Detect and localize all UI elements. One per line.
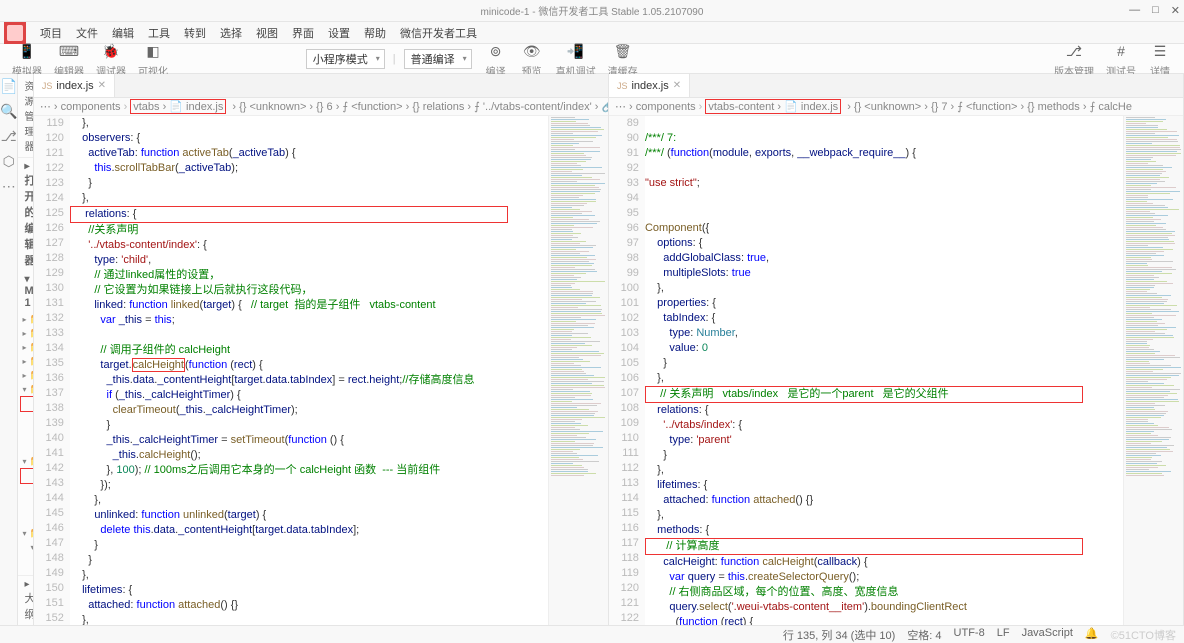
status-enc[interactable]: UTF-8 <box>954 627 985 643</box>
menu-devtools[interactable]: 微信开发者工具 <box>394 23 483 43</box>
watermark: ©51CTO博客 <box>1111 627 1176 643</box>
avatar[interactable] <box>4 22 26 44</box>
tree-item[interactable]: ▸📁emoji <box>18 326 32 340</box>
titlebar: minicode-1 - 微信开发者工具 Stable 1.05.2107090… <box>0 0 1184 22</box>
maximize-button[interactable]: □ <box>1152 4 1159 17</box>
close-button[interactable]: ✕ <box>1171 4 1180 17</box>
sidebar-title: 资源管理器 <box>18 74 32 158</box>
tree-item[interactable]: ▾📁weui-wxss <box>18 526 32 540</box>
testid-button[interactable]: #测试号 <box>1102 39 1140 78</box>
preview-button[interactable]: 👁预览 <box>516 39 548 78</box>
menu-select[interactable]: 选择 <box>214 23 248 43</box>
explorer-icon[interactable]: 📄 <box>0 78 17 95</box>
folder-icon: 📁 <box>29 356 32 367</box>
menu-goto[interactable]: 转到 <box>178 23 212 43</box>
tree-item[interactable]: ▾📁vtabs-content <box>18 454 32 468</box>
tree-item[interactable]: ▾📁dist <box>18 540 32 554</box>
folder-icon: 📁 <box>29 342 32 353</box>
status-pos[interactable]: 行 135, 列 34 (选中 10) <box>783 627 896 643</box>
tree-item[interactable]: #index.wxss <box>18 512 32 526</box>
tree-item[interactable]: <>index.wxml <box>18 498 32 512</box>
tabs-right: JS index.js ✕ <box>609 74 1183 98</box>
editor-button[interactable]: ⌨编辑器 <box>50 39 88 78</box>
toolbar: 📱模拟器 ⌨编辑器 🐞调试器 ◧可视化 小程序模式 | 普通编译 ⊚编译 👁预览… <box>0 44 1184 74</box>
clear-cache-button[interactable]: 🗑清缓存 <box>604 39 642 78</box>
status-lang[interactable]: JavaScript <box>1022 627 1073 643</box>
folder-icon: 📁 <box>29 314 32 325</box>
tree-item[interactable]: #weui.wxss <box>18 568 32 575</box>
activity-bar: 📄 🔍 ⎇ ⬡ ⋯ <box>0 74 18 625</box>
tab-indexjs-left[interactable]: JS index.js ✕ <box>34 74 115 97</box>
ext-icon[interactable]: ⬡ <box>3 153 15 170</box>
js-icon: JS <box>617 81 628 91</box>
code-right[interactable]: 8990919293949596979899100101102103104105… <box>609 116 1183 625</box>
tab-indexjs-right[interactable]: JS index.js ✕ <box>609 74 690 97</box>
window-controls: — □ ✕ <box>1129 4 1180 17</box>
tabs-left: JS index.js ✕ <box>34 74 608 98</box>
version-mgmt-button[interactable]: ⎇版本管理 <box>1050 39 1098 78</box>
mode-dropdown[interactable]: 小程序模式 <box>306 49 385 69</box>
tree-item[interactable]: JSindex.js <box>20 468 32 484</box>
folder-icon: 📁 <box>29 370 32 381</box>
more-icon[interactable]: ⋯ <box>2 178 16 195</box>
tree-item[interactable]: ▸📁components <box>18 312 32 326</box>
window-title: minicode-1 - 微信开发者工具 Stable 1.05.2107090 <box>481 3 704 18</box>
menu-settings[interactable]: 设置 <box>322 23 356 43</box>
tree-item[interactable]: {}index.json <box>18 412 32 426</box>
scm-icon[interactable]: ⎇ <box>1 128 17 145</box>
tree-item[interactable]: ▸📁tabs <box>18 354 32 368</box>
outline-section[interactable]: ▸ 大纲 <box>18 575 32 625</box>
bell-icon[interactable]: 🔔 <box>1085 627 1099 643</box>
debugger-button[interactable]: 🐞调试器 <box>92 39 130 78</box>
folder-icon: 📁 <box>29 384 32 395</box>
tree-item[interactable]: ▸📁index-list <box>18 340 32 354</box>
js-icon: JS <box>42 81 53 91</box>
tree-item[interactable]: JSindex.js <box>20 396 32 412</box>
simulator-button[interactable]: 📱模拟器 <box>8 39 46 78</box>
tree-item[interactable]: #index.wxss <box>18 440 32 454</box>
details-button[interactable]: ☰详情 <box>1144 39 1176 78</box>
close-icon[interactable]: ✕ <box>98 80 106 91</box>
compile-button[interactable]: ⊚编译 <box>480 39 512 78</box>
minimap-left[interactable] <box>548 116 608 625</box>
folder-icon: 📁 <box>29 328 32 339</box>
close-icon[interactable]: ✕ <box>673 80 681 91</box>
status-spaces[interactable]: 空格: 4 <box>907 627 941 643</box>
editor-left: JS index.js ✕ ⋯ › components› vtabs › 📄 … <box>34 74 609 625</box>
breadcrumb-right[interactable]: ⋯ › components› vtabs-content › 📄 index.… <box>609 98 1183 116</box>
statusbar: 行 135, 列 34 (选中 10) 空格: 4 UTF-8 LF JavaS… <box>0 625 1184 643</box>
tree-item[interactable]: {}index.json <box>18 484 32 498</box>
visualizer-button[interactable]: ◧可视化 <box>134 39 172 78</box>
editor-right: JS index.js ✕ ⋯ › components› vtabs-cont… <box>609 74 1184 625</box>
code-left[interactable]: 1191201211221231241251261271281291301311… <box>34 116 608 625</box>
minimap-right[interactable] <box>1123 116 1183 625</box>
sidebar: 资源管理器 ▸ 打开的编辑器 ▾ MINICODE-1 ▸📁components… <box>18 74 33 625</box>
search-icon[interactable]: 🔍 <box>0 103 17 120</box>
folder-icon: 📁 <box>29 456 32 467</box>
remote-debug-button[interactable]: 📲真机调试 <box>552 39 600 78</box>
status-eol[interactable]: LF <box>997 627 1010 643</box>
project-section[interactable]: ▾ MINICODE-1 <box>18 271 32 312</box>
tree-item[interactable]: ▾📁vtabs <box>18 382 32 396</box>
minimize-button[interactable]: — <box>1129 4 1140 17</box>
tree-item[interactable]: <>index.wxml <box>18 426 32 440</box>
menu-interface[interactable]: 界面 <box>286 23 320 43</box>
menu-view[interactable]: 视图 <box>250 23 284 43</box>
tree-item[interactable]: ▸📁video-swiper <box>18 368 32 382</box>
breadcrumb-left[interactable]: ⋯ › components› vtabs › 📄 index.js › {} … <box>34 98 608 116</box>
file-tree: ▸📁components▸📁emoji▸📁index-list▸📁tabs▸📁v… <box>18 312 32 575</box>
folder-icon: 📁 <box>29 528 32 539</box>
compile-mode-dropdown[interactable]: 普通编译 <box>404 49 472 69</box>
tree-item[interactable]: ▾📁style <box>18 554 32 568</box>
open-editors-section[interactable]: ▸ 打开的编辑器 <box>18 158 32 271</box>
menu-help[interactable]: 帮助 <box>358 23 392 43</box>
